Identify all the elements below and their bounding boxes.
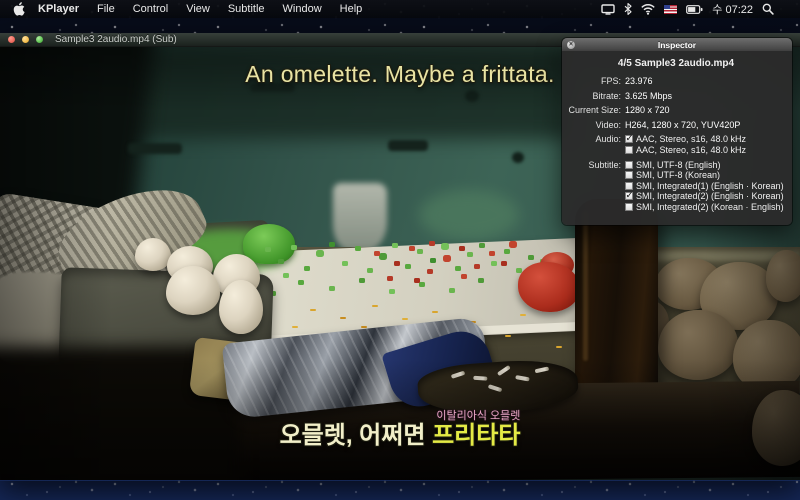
info-value: 23.976 xyxy=(625,76,785,86)
scene-knob xyxy=(512,152,524,163)
inspector-title-bar[interactable]: ✕ Inspector xyxy=(562,38,792,51)
info-label: Current Size: xyxy=(567,105,621,115)
info-row-video: Video: H264, 1280 x 720, YUV420P xyxy=(567,120,785,130)
input-source-flag-icon[interactable] xyxy=(664,5,677,14)
subtitle-track-label: SMI, UTF-8 (Korean) xyxy=(636,170,720,180)
traffic-lights xyxy=(8,36,43,43)
info-value: 1280 x 720 xyxy=(625,105,785,115)
subtitle-korean-block: 이탈리아식 오믈렛 오믈렛, 어쩌면 프리타타 xyxy=(0,411,800,448)
info-value: 3.625 Mbps xyxy=(625,91,785,101)
subtitle-track-row: SMI, Integrated(2) (English · Korean) xyxy=(625,191,785,202)
subtitle-tracks: SMI, UTF-8 (English) SMI, UTF-8 (Korean)… xyxy=(625,160,785,213)
apple-logo-icon xyxy=(13,2,25,16)
subtitle-korean-part1: 오믈렛, 어쩌면 xyxy=(280,422,432,449)
info-row-bitrate: Bitrate: 3.625 Mbps xyxy=(567,91,785,101)
audio-track-label: AAC, Stereo, s16, 48.0 kHz xyxy=(636,145,746,155)
close-window-button[interactable] xyxy=(8,36,15,43)
desktop: KPlayer File Control View Subtitle Windo… xyxy=(0,0,800,500)
zoom-window-button[interactable] xyxy=(36,36,43,43)
info-row-fps: FPS: 23.976 xyxy=(567,76,785,86)
subtitle-track-label: SMI, Integrated(2) (English · Korean) xyxy=(636,191,784,201)
inspector-title: Inspector xyxy=(658,40,696,50)
minimize-window-button[interactable] xyxy=(22,36,29,43)
info-row-current-size: Current Size: 1280 x 720 xyxy=(567,105,785,115)
subtitle-track-label: SMI, UTF-8 (English) xyxy=(636,160,721,170)
info-label: FPS: xyxy=(567,76,621,86)
subtitle-track-checkbox[interactable] xyxy=(625,192,633,200)
egg xyxy=(166,266,220,315)
menu-item-window[interactable]: Window xyxy=(274,0,331,18)
potato xyxy=(658,310,738,380)
egg xyxy=(219,280,263,334)
scene-drawer-handle xyxy=(388,140,428,151)
subtitle-korean-ruby: 이탈리아식 오믈렛 xyxy=(280,411,521,422)
menu-bar-left: KPlayer File Control View Subtitle Windo… xyxy=(0,0,371,18)
audio-track-checkbox[interactable] xyxy=(625,135,633,143)
subtitle-korean-inner: 이탈리아식 오믈렛 오믈렛, 어쩌면 프리타타 xyxy=(280,411,521,448)
wallpaper-stars-bottom xyxy=(0,478,800,500)
scene-knob xyxy=(465,90,479,102)
menu-item-kplayer[interactable]: KPlayer xyxy=(29,0,88,18)
potato xyxy=(766,250,800,302)
audio-track-row: AAC, Stereo, s16, 48.0 kHz xyxy=(625,145,785,156)
audio-tracks: AAC, Stereo, s16, 48.0 kHz AAC, Stereo, … xyxy=(625,134,785,155)
info-label: Bitrate: xyxy=(567,91,621,101)
audio-track-checkbox[interactable] xyxy=(625,146,633,154)
audio-label: Audio: xyxy=(567,134,621,144)
cigarette xyxy=(535,366,550,373)
cigarette xyxy=(451,371,466,379)
menu-item-help[interactable]: Help xyxy=(331,0,372,18)
menu-item-control[interactable]: Control xyxy=(124,0,177,18)
spotlight-search-icon[interactable] xyxy=(762,3,774,15)
cigarette xyxy=(488,384,503,392)
cigarette xyxy=(473,376,487,381)
egg xyxy=(135,238,171,271)
menu-bar: KPlayer File Control View Subtitle Windo… xyxy=(0,0,800,18)
subtitle-track-row: SMI, Integrated(1) (English · Korean) xyxy=(625,181,785,192)
subtitle-track-label: SMI, Integrated(2) (Korean · English) xyxy=(636,202,784,212)
window-title: Sample3 2audio.mp4 (Sub) xyxy=(55,34,177,45)
subtitle-korean-main: 오믈렛, 어쩌면 프리타타 xyxy=(280,424,521,448)
subtitle-track-checkbox[interactable] xyxy=(625,171,633,179)
apple-menu[interactable] xyxy=(13,2,29,16)
subtitle-track-row: SMI, Integrated(2) (Korean · English) xyxy=(625,202,785,213)
subtitle-tracks-group: Subtitle: SMI, UTF-8 (English) SMI, UTF-… xyxy=(567,160,785,213)
menu-item-file[interactable]: File xyxy=(88,0,124,18)
scene-colander xyxy=(419,190,519,240)
menu-bar-status: 수 07:22 xyxy=(601,1,800,17)
battery-icon[interactable] xyxy=(686,5,703,14)
display-icon[interactable] xyxy=(601,4,615,15)
audio-tracks-group: Audio: AAC, Stereo, s16, 48.0 kHz AAC, S… xyxy=(567,134,785,155)
inspector-body: 4/5 Sample3 2audio.mp4 FPS: 23.976 Bitra… xyxy=(562,51,792,225)
info-label: Video: xyxy=(567,120,621,130)
cigarette xyxy=(515,375,529,381)
subtitle-track-row: SMI, UTF-8 (English) xyxy=(625,160,785,171)
subtitle-track-checkbox[interactable] xyxy=(625,161,633,169)
inspector-close-button[interactable]: ✕ xyxy=(567,41,575,49)
audio-track-label: AAC, Stereo, s16, 48.0 kHz xyxy=(636,134,746,144)
flag-canton xyxy=(664,5,670,10)
inspector-file-header: 4/5 Sample3 2audio.mp4 xyxy=(567,58,785,69)
menu-item-subtitle[interactable]: Subtitle xyxy=(219,0,274,18)
subtitle-track-row: SMI, UTF-8 (Korean) xyxy=(625,170,785,181)
info-value: H264, 1280 x 720, YUV420P xyxy=(625,120,785,130)
wifi-icon[interactable] xyxy=(641,4,655,15)
bluetooth-icon[interactable] xyxy=(624,3,632,15)
scene-drawer-handle xyxy=(128,143,182,154)
cheese-shreds xyxy=(0,47,6,49)
scene-hanging-cloth xyxy=(333,183,387,253)
inspector-panel: ✕ Inspector 4/5 Sample3 2audio.mp4 FPS: … xyxy=(562,38,792,225)
audio-track-row: AAC, Stereo, s16, 48.0 kHz xyxy=(625,134,785,145)
dark-bottle xyxy=(575,199,658,391)
menu-item-view[interactable]: View xyxy=(177,0,219,18)
subtitle-track-label: SMI, Integrated(1) (English · Korean) xyxy=(636,181,784,191)
cigarette xyxy=(497,365,511,376)
subtitle-korean-part2: 프리타타 xyxy=(432,422,520,449)
subtitle-track-checkbox[interactable] xyxy=(625,182,633,190)
menubar-clock[interactable]: 수 07:22 xyxy=(712,1,753,17)
tomato-wedge xyxy=(518,262,580,312)
subtitle-label: Subtitle: xyxy=(567,160,621,170)
subtitle-track-checkbox[interactable] xyxy=(625,203,633,211)
